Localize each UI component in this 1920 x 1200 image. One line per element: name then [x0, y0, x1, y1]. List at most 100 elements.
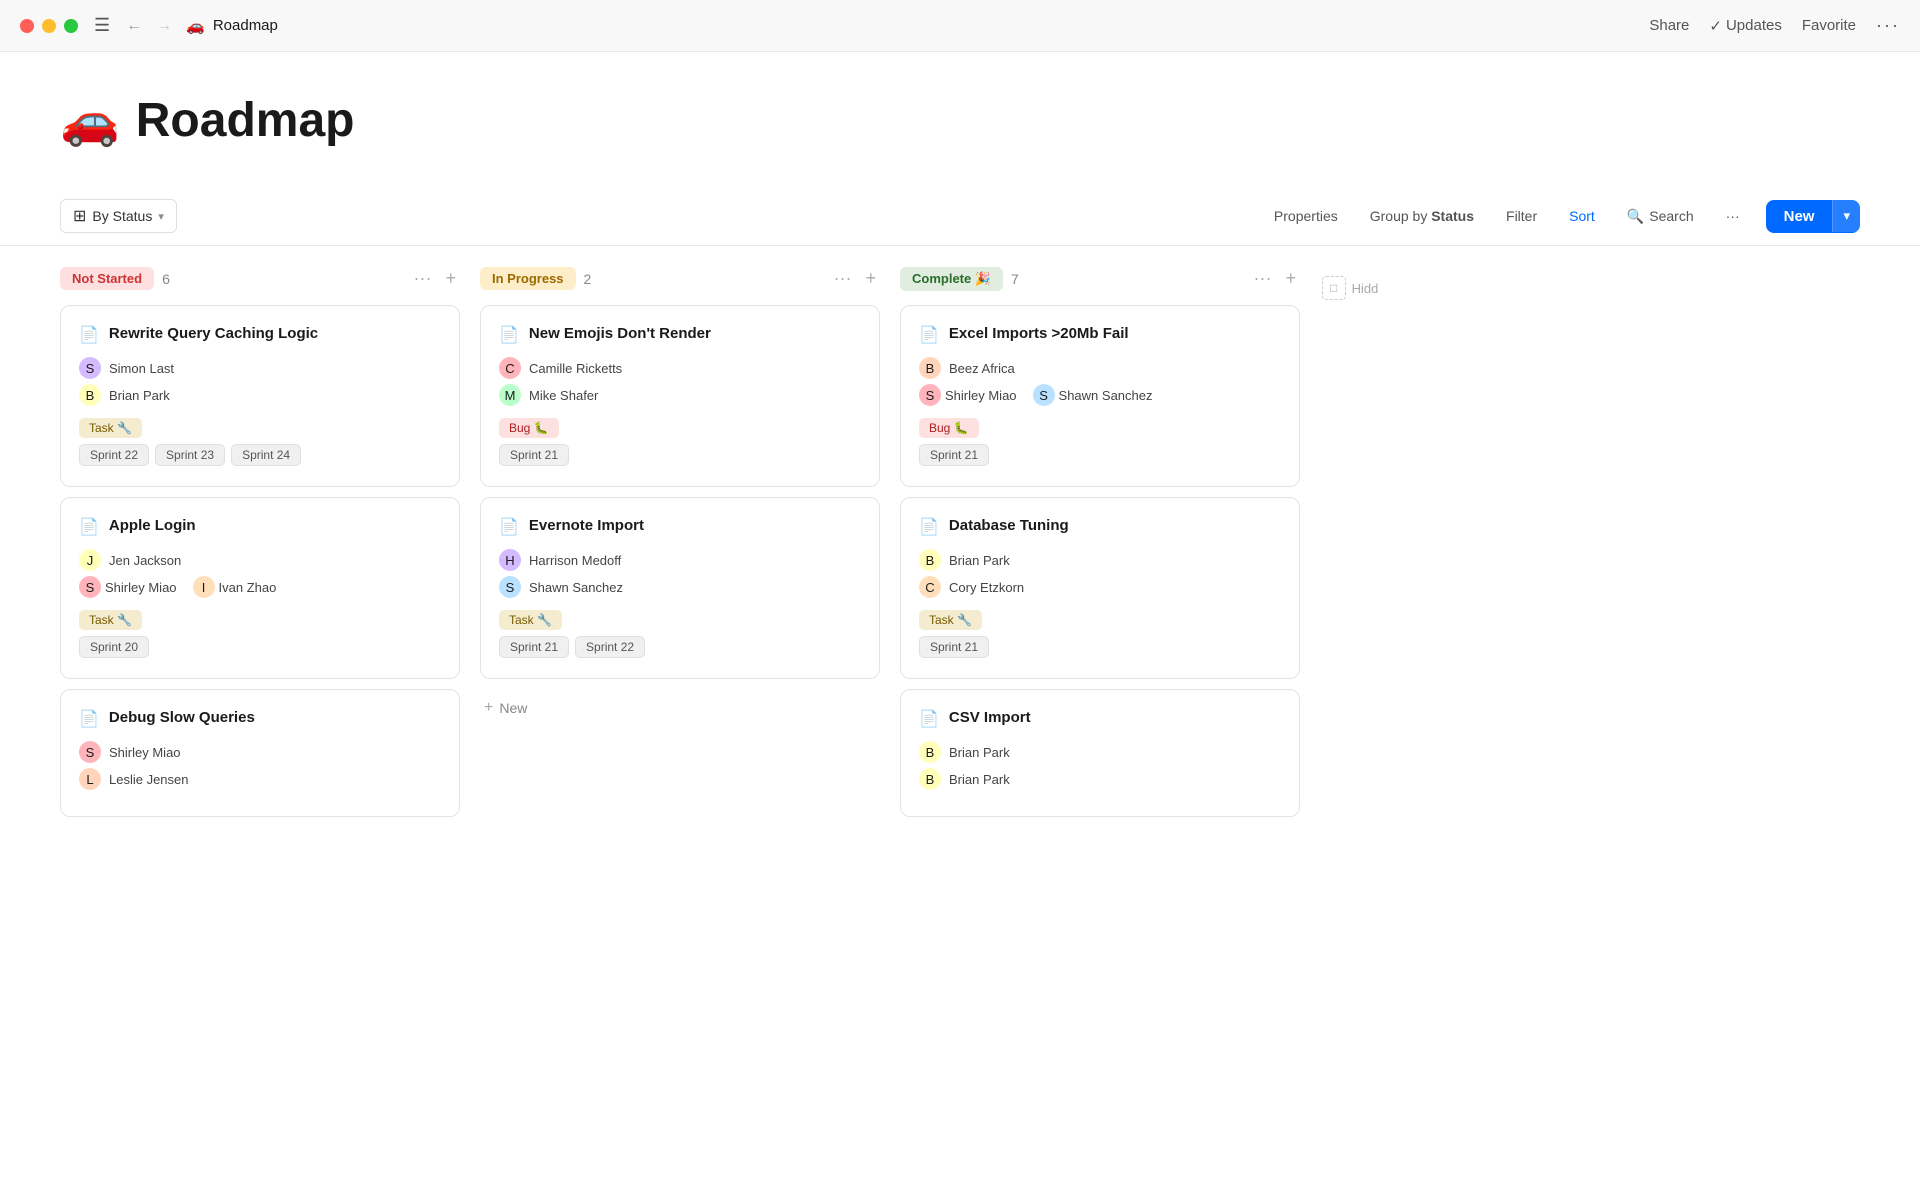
assignee-row: HHarrison Medoff: [499, 549, 861, 571]
add-new-button[interactable]: +New: [480, 689, 880, 727]
column-count-not-started: 6: [162, 271, 170, 287]
sprint-tag[interactable]: Sprint 23: [155, 444, 225, 466]
hidden-icon: □: [1322, 276, 1346, 300]
page-emoji: 🚗: [186, 17, 205, 35]
status-badge-not-started: Not Started: [60, 267, 154, 290]
document-icon: 📄: [79, 325, 99, 345]
favorite-button[interactable]: Favorite: [1802, 17, 1856, 34]
sprint-tag[interactable]: Sprint 22: [575, 636, 645, 658]
sprint-tag[interactable]: Sprint 21: [919, 444, 989, 466]
sprint-tag[interactable]: Sprint 21: [919, 636, 989, 658]
search-button[interactable]: 🔍 Search: [1613, 201, 1708, 232]
assignee-row: BBeez Africa: [919, 357, 1281, 379]
card-tag[interactable]: Bug 🐛: [499, 418, 559, 438]
card-tag[interactable]: Task 🔧: [499, 610, 562, 630]
column-actions-in-progress: ···+: [830, 266, 881, 291]
column-more-button-in-progress[interactable]: ···: [830, 266, 856, 291]
assignee-name: Simon Last: [109, 361, 174, 376]
column-add-button-complete[interactable]: +: [1281, 266, 1300, 291]
card[interactable]: 📄Debug Slow QueriesSShirley MiaoLLeslie …: [60, 689, 460, 817]
assignee-row: SShirley Miao: [79, 741, 441, 763]
card-tag[interactable]: Task 🔧: [79, 418, 142, 438]
card-assignees: HHarrison MedoffSShawn Sanchez: [499, 549, 861, 598]
sort-button[interactable]: Sort: [1555, 201, 1609, 231]
document-icon: 📄: [919, 709, 939, 729]
assignee-name: Harrison Medoff: [529, 553, 621, 568]
sprint-tag[interactable]: Sprint 21: [499, 636, 569, 658]
card[interactable]: 📄Apple LoginJJen JacksonSShirley MiaoIIv…: [60, 497, 460, 679]
updates-button[interactable]: ✓ Updates: [1709, 17, 1781, 35]
assignee-name: Cory Etzkorn: [949, 580, 1024, 595]
filter-button[interactable]: Filter: [1492, 201, 1551, 231]
column-header-not-started: Not Started 6 ···+: [60, 266, 460, 291]
column-add-button-not-started[interactable]: +: [441, 266, 460, 291]
assignee-name: Brian Park: [949, 772, 1010, 787]
document-icon: 📄: [499, 325, 519, 345]
more-options-button[interactable]: ···: [1876, 15, 1900, 36]
toolbar-left: ⊞ By Status ▾: [60, 199, 177, 233]
chevron-down-icon: ▾: [158, 210, 164, 223]
column-more-button-complete[interactable]: ···: [1250, 266, 1276, 291]
avatar: C: [919, 576, 941, 598]
card-assignees: BBeez AfricaSShirley MiaoSShawn Sanchez: [919, 357, 1281, 406]
card-title: CSV Import: [949, 708, 1031, 728]
card-tags: Task 🔧: [919, 610, 1281, 630]
card[interactable]: 📄Evernote ImportHHarrison MedoffSShawn S…: [480, 497, 880, 679]
card[interactable]: 📄 Rewrite Query Caching Logic S Simon Last B…: [60, 305, 460, 487]
sprint-tag[interactable]: Sprint 21: [499, 444, 569, 466]
column-more-button-not-started[interactable]: ···: [410, 266, 436, 291]
group-by-button[interactable]: Group by Status: [1356, 201, 1488, 231]
page-main-title: 🚗 Roadmap: [60, 92, 1860, 149]
sprint-tag[interactable]: Sprint 24: [231, 444, 301, 466]
hidden-label: Hidd: [1352, 281, 1379, 296]
status-badge-in-progress: In Progress: [480, 267, 576, 290]
card-tags: Bug 🐛: [499, 418, 861, 438]
card-tags: Task 🔧: [499, 610, 861, 630]
minimize-button[interactable]: [42, 19, 56, 33]
card-tag[interactable]: Bug 🐛: [919, 418, 979, 438]
card[interactable]: 📄Database TuningBBrian ParkCCory Etzkorn…: [900, 497, 1300, 679]
properties-button[interactable]: Properties: [1260, 201, 1352, 231]
card-title: Rewrite Query Caching Logic: [109, 324, 318, 344]
share-button[interactable]: Share: [1649, 17, 1689, 34]
header-emoji: 🚗: [60, 92, 120, 149]
close-button[interactable]: [20, 19, 34, 33]
board: Not Started6···+📄Rewrite Query Caching L…: [0, 246, 1920, 847]
maximize-button[interactable]: [64, 19, 78, 33]
card-title: Evernote Import: [529, 516, 644, 536]
new-chevron-button[interactable]: ▾: [1832, 200, 1860, 232]
search-icon: 🔍: [1627, 208, 1644, 225]
header-title: Roadmap: [136, 93, 355, 148]
new-main-button[interactable]: New: [1766, 200, 1833, 233]
sprint-tag[interactable]: Sprint 22: [79, 444, 149, 466]
avatar: S: [79, 576, 101, 598]
card-sprints: Sprint 22 Sprint 23 Sprint 24: [79, 444, 441, 466]
card[interactable]: 📄CSV ImportBBrian ParkBBrian Park: [900, 689, 1300, 817]
assignee-row: BBrian Park: [919, 768, 1281, 790]
hamburger-menu[interactable]: ☰: [94, 15, 110, 36]
page-header: 🚗 Roadmap: [0, 52, 1920, 199]
back-arrow[interactable]: ←: [122, 15, 146, 37]
card[interactable]: 📄 New Emojis Don't Render CCamille Rickett…: [480, 305, 880, 487]
card-tag[interactable]: Task 🔧: [79, 610, 142, 630]
card-assignees: SShirley Miao LLeslie Jensen: [79, 741, 441, 790]
card-title-row: 📄 CSV Import: [919, 708, 1281, 729]
column-actions-complete: ···+: [1250, 266, 1301, 291]
view-switcher[interactable]: ⊞ By Status ▾: [60, 199, 177, 233]
assignee-name: Brian Park: [109, 388, 170, 403]
card-title: New Emojis Don't Render: [529, 324, 711, 344]
assignee-name: Shawn Sanchez: [529, 580, 623, 595]
more-toolbar-button[interactable]: ···: [1712, 201, 1754, 231]
column-count-complete: 7: [1011, 271, 1019, 287]
card[interactable]: 📄Excel Imports >20Mb FailBBeez AfricaSSh…: [900, 305, 1300, 487]
assignee-row: LLeslie Jensen: [79, 768, 441, 790]
column-add-button-in-progress[interactable]: +: [861, 266, 880, 291]
assignee-row: CCamille Ricketts: [499, 357, 861, 379]
sprint-tag[interactable]: Sprint 20: [79, 636, 149, 658]
assignee-name: Jen Jackson: [109, 553, 181, 568]
forward-arrow[interactable]: →: [152, 15, 176, 37]
avatar: J: [79, 549, 101, 571]
assignee-row: C Cory Etzkorn: [919, 576, 1281, 598]
avatar: S: [79, 357, 101, 379]
card-tag[interactable]: Task 🔧: [919, 610, 982, 630]
